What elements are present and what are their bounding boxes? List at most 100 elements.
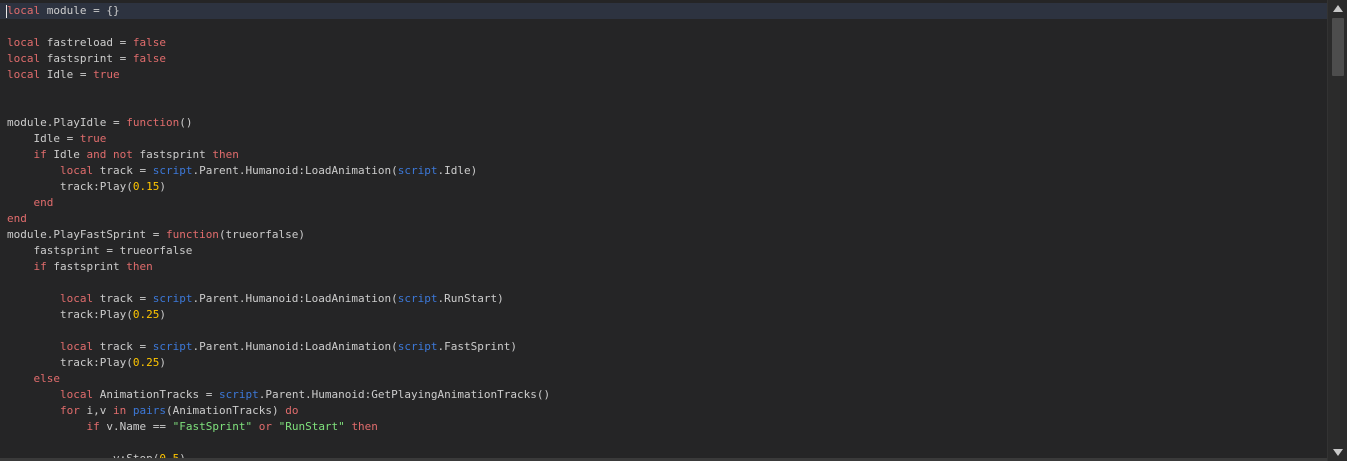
code-token: fastsprint xyxy=(46,260,127,273)
code-line-text: if fastsprint then xyxy=(0,260,153,273)
code-token: local xyxy=(59,164,94,177)
code-line[interactable]: module.PlayIdle = function() xyxy=(0,115,1327,131)
code-token: AnimationTracks = xyxy=(93,388,219,401)
code-token: .Parent.Humanoid:LoadAnimation( xyxy=(192,164,398,177)
code-token: fastreload = xyxy=(40,36,133,49)
code-token: i,v xyxy=(79,404,113,417)
code-line[interactable] xyxy=(0,275,1327,291)
code-token: then xyxy=(351,420,378,433)
code-line[interactable]: local fastreload = false xyxy=(0,35,1327,51)
code-token: Idle = xyxy=(7,132,80,145)
code-line[interactable]: module.PlayFastSprint = function(trueorf… xyxy=(0,227,1327,243)
code-line[interactable]: local fastsprint = false xyxy=(0,51,1327,67)
code-token: module.PlayIdle = xyxy=(7,116,127,129)
code-line-text: end xyxy=(0,196,54,209)
code-line[interactable] xyxy=(0,19,1327,35)
code-line-text: module.PlayIdle = function() xyxy=(0,116,192,129)
code-token: () xyxy=(179,116,193,129)
scroll-up-arrow-icon[interactable] xyxy=(1333,5,1343,12)
code-line-text: local AnimationTracks = script.Parent.Hu… xyxy=(0,388,550,401)
code-token: or xyxy=(258,420,272,433)
code-token: pairs xyxy=(132,404,166,417)
code-token: true xyxy=(93,68,120,81)
code-line-text: local module = {} xyxy=(0,4,120,17)
code-line[interactable]: else xyxy=(0,371,1327,387)
code-line[interactable] xyxy=(0,99,1327,115)
code-token: local xyxy=(59,292,94,305)
code-line[interactable]: end xyxy=(0,195,1327,211)
code-token: false xyxy=(132,52,166,65)
code-token: (AnimationTracks) xyxy=(165,404,286,417)
code-token: in xyxy=(112,404,127,417)
code-line-text: local fastsprint = false xyxy=(0,52,166,65)
code-line[interactable]: track:Play(0.25) xyxy=(0,307,1327,323)
code-token: .Parent.Humanoid:LoadAnimation( xyxy=(192,340,398,353)
code-token: .Parent.Humanoid:LoadAnimation( xyxy=(192,292,398,305)
code-line-text: local track = script.Parent.Humanoid:Loa… xyxy=(0,340,517,353)
code-line[interactable] xyxy=(0,435,1327,451)
code-token: end xyxy=(33,196,54,209)
code-token: track = xyxy=(93,292,153,305)
code-line[interactable] xyxy=(0,323,1327,339)
code-token: script xyxy=(152,292,193,305)
code-token: .Idle) xyxy=(437,164,478,177)
code-token: .Parent.Humanoid:GetPlayingAnimationTrac… xyxy=(258,388,551,401)
code-line[interactable]: local module = {} xyxy=(0,3,1327,19)
scroll-down-arrow-icon[interactable] xyxy=(1333,449,1343,456)
code-token: and xyxy=(86,148,107,161)
code-token: script xyxy=(152,164,193,177)
code-line[interactable]: if Idle and not fastsprint then xyxy=(0,147,1327,163)
code-line[interactable]: local track = script.Parent.Humanoid:Loa… xyxy=(0,339,1327,355)
code-line[interactable]: local track = script.Parent.Humanoid:Loa… xyxy=(0,163,1327,179)
code-line[interactable]: if fastsprint then xyxy=(0,259,1327,275)
code-line[interactable]: Idle = true xyxy=(0,131,1327,147)
code-line[interactable]: track:Play(0.25) xyxy=(0,355,1327,371)
code-token: .FastSprint) xyxy=(437,340,518,353)
code-line-text: if Idle and not fastsprint then xyxy=(0,148,239,161)
code-line[interactable]: local Idle = true xyxy=(0,67,1327,83)
code-token: false xyxy=(132,36,166,49)
code-token: module.PlayFastSprint = xyxy=(7,228,166,241)
code-line-text: local Idle = true xyxy=(0,68,120,81)
code-token: track:Play( xyxy=(7,308,133,321)
code-token: not xyxy=(113,148,133,161)
code-line[interactable]: fastsprint = trueorfalse xyxy=(0,243,1327,259)
code-line[interactable]: for i,v in pairs(AnimationTracks) do xyxy=(0,403,1327,419)
code-editor[interactable]: local module = {} local fastreload = fals… xyxy=(0,0,1327,461)
code-line[interactable]: end xyxy=(0,211,1327,227)
code-token: fastsprint = trueorfalse xyxy=(7,244,193,257)
code-token: then xyxy=(126,260,153,273)
code-line-text: for i,v in pairs(AnimationTracks) do xyxy=(0,404,298,417)
code-line-text: end xyxy=(0,212,27,225)
code-line[interactable]: track:Play(0.15) xyxy=(0,179,1327,195)
code-line[interactable] xyxy=(0,83,1327,99)
code-line-text: module.PlayFastSprint = function(trueorf… xyxy=(0,228,305,241)
code-line[interactable]: if v.Name == "FastSprint" or "RunStart" … xyxy=(0,419,1327,435)
code-token: function xyxy=(126,116,180,129)
code-line-text: if v.Name == "FastSprint" or "RunStart" … xyxy=(0,420,378,433)
code-line-text: track:Play(0.25) xyxy=(0,308,166,321)
code-token: end xyxy=(7,212,27,225)
scrollbar-thumb[interactable] xyxy=(1332,18,1344,76)
code-line[interactable]: local track = script.Parent.Humanoid:Loa… xyxy=(0,291,1327,307)
code-token: function xyxy=(165,228,219,241)
code-token: Idle = xyxy=(40,68,94,81)
code-token: (trueorfalse) xyxy=(218,228,306,241)
code-token: script xyxy=(397,292,438,305)
code-line[interactable]: local AnimationTracks = script.Parent.Hu… xyxy=(0,387,1327,403)
code-token: script xyxy=(218,388,259,401)
vertical-scrollbar[interactable] xyxy=(1327,0,1347,461)
